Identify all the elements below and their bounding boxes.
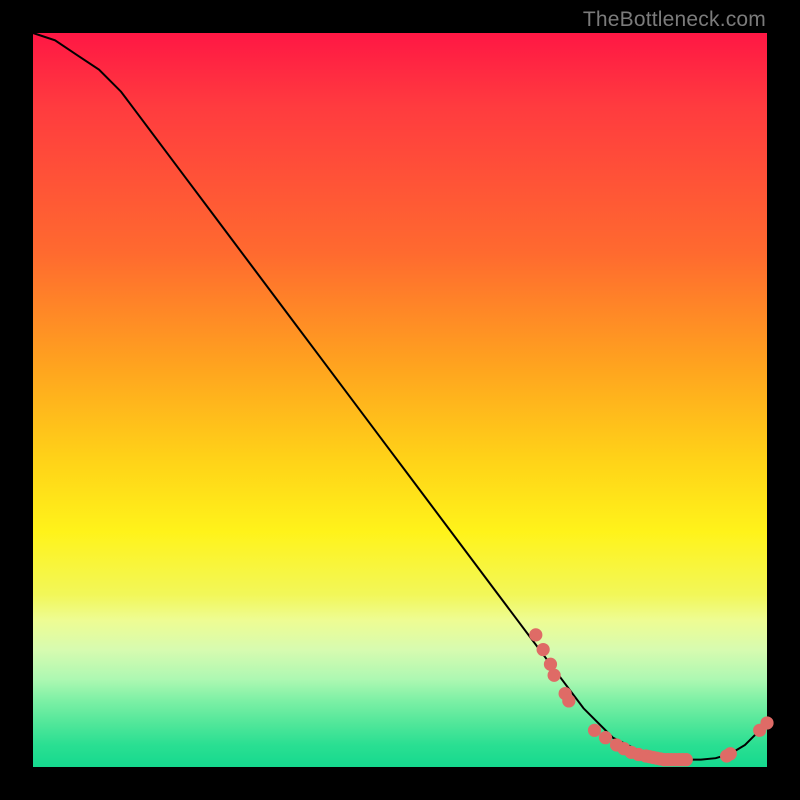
- scatter-dot: [680, 753, 693, 766]
- scatter-dot: [724, 747, 737, 760]
- chart-overlay: [33, 33, 767, 767]
- scatter-dot: [588, 724, 601, 737]
- bottleneck-curve: [33, 33, 767, 760]
- scatter-dot: [529, 628, 542, 641]
- scatter-dot: [760, 716, 773, 729]
- scatter-dots: [529, 628, 773, 766]
- scatter-dot: [599, 731, 612, 744]
- watermark-text: TheBottleneck.com: [583, 8, 766, 32]
- scatter-dot: [562, 694, 575, 707]
- scatter-dot: [548, 669, 561, 682]
- scatter-dot: [537, 643, 550, 656]
- chart-frame: TheBottleneck.com: [0, 0, 800, 800]
